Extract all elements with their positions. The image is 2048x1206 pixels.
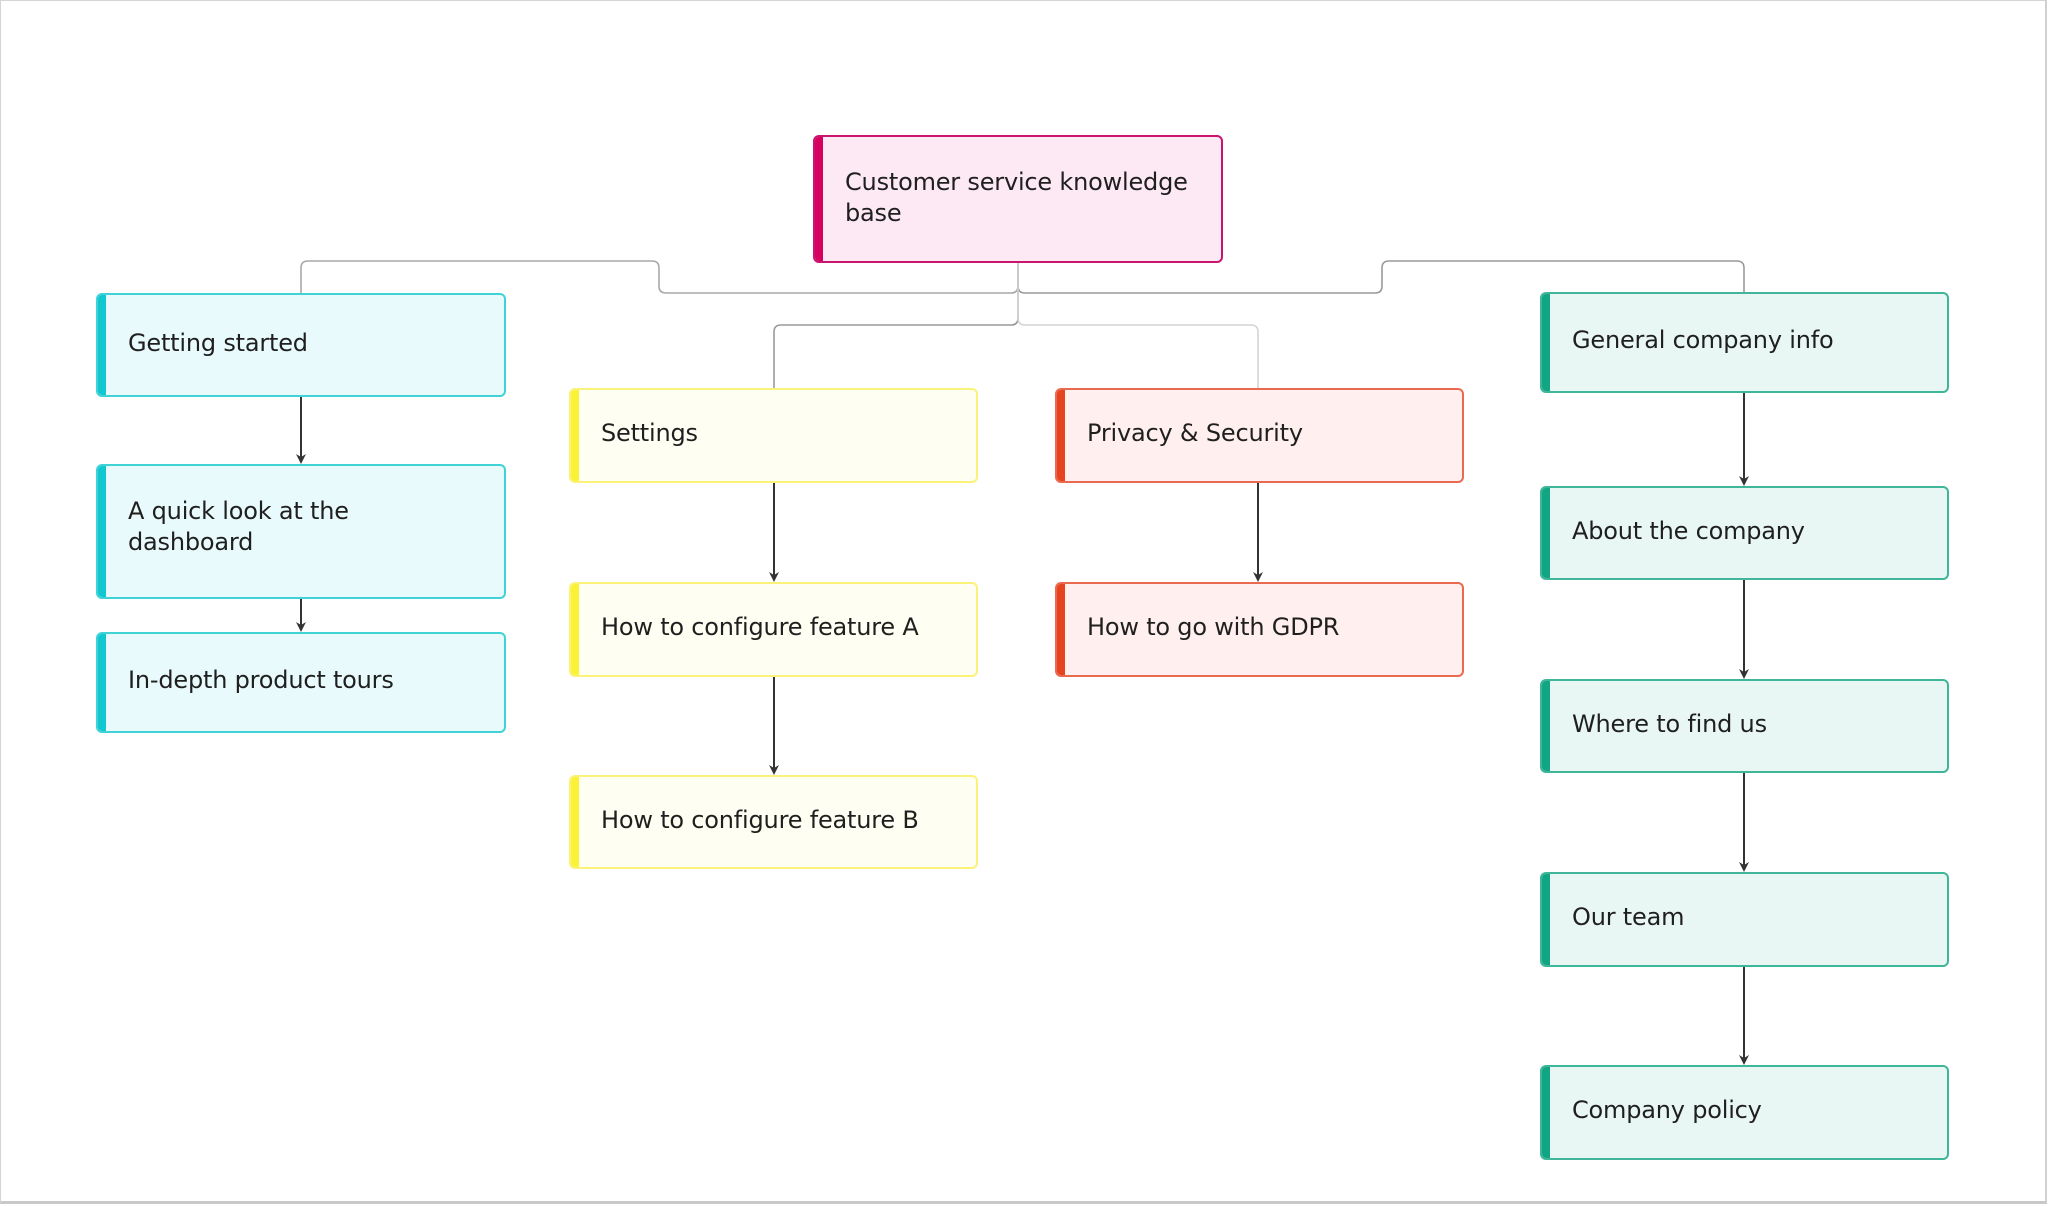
node-accent-bar [1542,1067,1550,1158]
node-label: General company info [1572,326,1834,354]
node-accent-bar [1057,584,1065,675]
node-accent-bar [571,390,579,481]
node-label: Settings [601,419,698,447]
node-settings[interactable]: Settings [569,388,978,483]
node-label: A quick look at the dashboard [128,497,349,556]
node-accent-bar [1542,488,1550,578]
node-accent-bar [571,584,579,675]
node-label: How to configure feature A [601,613,919,641]
node-label: How to go with GDPR [1087,613,1340,641]
connector-root-company-info [1017,260,1745,294]
node-label: Privacy & Security [1087,419,1303,447]
node-accent-bar [98,634,106,731]
node-accent-bar [571,777,579,867]
node-accent-bar [1542,294,1550,391]
node-product-tours[interactable]: In-depth product tours [96,632,506,733]
connector-root-privacy [1017,263,1259,388]
node-accent-bar [1057,390,1065,481]
node-find-us[interactable]: Where to find us [1540,679,1949,773]
root-node[interactable]: Customer service knowledge base [813,135,1223,263]
node-feature-b[interactable]: How to configure feature B [569,775,978,869]
node-accent-bar [98,466,106,597]
node-privacy-security[interactable]: Privacy & Security [1055,388,1464,483]
node-label: Our team [1572,903,1685,931]
node-label: Company policy [1572,1096,1762,1124]
node-about[interactable]: About the company [1540,486,1949,580]
node-quick-look[interactable]: A quick look at the dashboard [96,464,506,599]
node-accent-bar [1542,681,1550,771]
node-label: In-depth product tours [128,666,394,694]
node-label: Where to find us [1572,709,1767,738]
connector-root-settings [773,263,1019,388]
node-label: Customer service knowledge base [845,168,1188,227]
node-getting-started[interactable]: Getting started [96,293,506,397]
node-accent-bar [98,295,106,395]
node-feature-a[interactable]: How to configure feature A [569,582,978,677]
node-accent-bar [1542,874,1550,965]
node-company-info[interactable]: General company info [1540,292,1949,393]
connector-root-getting-started [300,260,1019,294]
node-label: How to configure feature B [601,805,919,834]
node-gdpr[interactable]: How to go with GDPR [1055,582,1464,677]
node-label: About the company [1572,516,1805,545]
node-policy[interactable]: Company policy [1540,1065,1949,1160]
node-team[interactable]: Our team [1540,872,1949,967]
node-label: Getting started [128,328,308,357]
node-accent-bar [815,137,823,261]
